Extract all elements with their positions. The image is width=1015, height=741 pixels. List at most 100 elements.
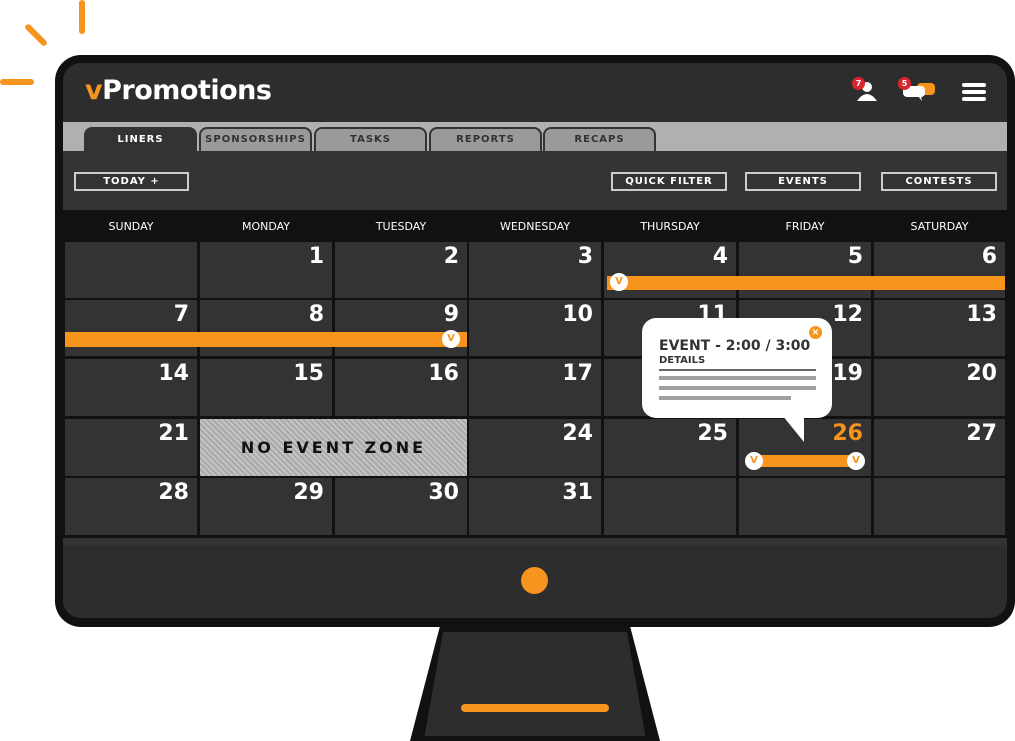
day-number: 13 bbox=[966, 302, 997, 327]
calendar-cell[interactable]: 17 bbox=[469, 359, 601, 416]
event-marker-icon[interactable]: V bbox=[745, 452, 763, 470]
day-header: TUESDAY bbox=[375, 220, 427, 233]
calendar-cell[interactable]: 9 bbox=[335, 300, 467, 356]
divider bbox=[659, 369, 816, 371]
day-number: 3 bbox=[577, 244, 593, 269]
calendar-cell[interactable]: 7 bbox=[65, 300, 197, 356]
day-number: 17 bbox=[562, 361, 593, 386]
logo[interactable]: vPromotions bbox=[85, 75, 272, 106]
day-number: 1 bbox=[308, 244, 324, 269]
day-number: 12 bbox=[832, 302, 863, 327]
tab-bar: LINERS SPONSORSHIPS TASKS REPORTS RECAPS bbox=[63, 122, 1007, 152]
today-button[interactable]: TODAY + bbox=[74, 172, 189, 191]
toolbar: TODAY + QUICK FILTER EVENTS CONTESTS bbox=[63, 151, 1007, 210]
day-number: 29 bbox=[293, 480, 324, 505]
tab-recaps[interactable]: RECAPS bbox=[543, 127, 656, 151]
calendar-cell[interactable]: 30 bbox=[335, 478, 467, 535]
close-icon[interactable]: × bbox=[809, 326, 822, 339]
day-number: 15 bbox=[293, 361, 324, 386]
tooltip-tail bbox=[778, 410, 804, 442]
tab-sponsorships[interactable]: SPONSORSHIPS bbox=[199, 127, 312, 151]
contests-button[interactable]: CONTESTS bbox=[881, 172, 997, 191]
day-number: 20 bbox=[966, 361, 997, 386]
day-number: 27 bbox=[966, 421, 997, 446]
calendar-cell[interactable]: 28 bbox=[65, 478, 197, 535]
day-number: 26 bbox=[832, 421, 863, 446]
day-header: SATURDAY bbox=[910, 220, 969, 233]
calendar-cell[interactable]: 13 bbox=[874, 300, 1005, 356]
detail-line bbox=[659, 396, 791, 400]
calendar-cell[interactable]: 2 bbox=[335, 242, 467, 298]
day-number: 24 bbox=[562, 421, 593, 446]
menu-icon[interactable] bbox=[962, 83, 986, 105]
calendar-cell[interactable] bbox=[739, 478, 871, 535]
monitor-chin bbox=[63, 545, 1007, 618]
day-number: 2 bbox=[443, 244, 459, 269]
app-header: vPromotions 7 5 bbox=[63, 63, 1007, 122]
day-header: THURSDAY bbox=[640, 220, 700, 233]
calendar-grid: SUNDAY MONDAY TUESDAY WEDNESDAY THURSDAY FRID… bbox=[63, 210, 1007, 538]
day-number: 30 bbox=[428, 480, 459, 505]
day-number: 31 bbox=[562, 480, 593, 505]
calendar-cell[interactable]: 29 bbox=[200, 478, 332, 535]
calendar-cell[interactable]: 8 bbox=[200, 300, 332, 356]
day-header: WEDNESDAY bbox=[499, 220, 571, 233]
tooltip-title: EVENT - 2:00 / 3:00 bbox=[659, 338, 811, 354]
stand-accent bbox=[461, 704, 609, 712]
tooltip-subtitle: DETAILS bbox=[659, 355, 706, 366]
tab-liners[interactable]: LINERS bbox=[84, 127, 197, 152]
calendar-cell[interactable]: 3 bbox=[469, 242, 601, 298]
calendar-cell[interactable] bbox=[874, 478, 1005, 535]
tab-reports[interactable]: REPORTS bbox=[429, 127, 542, 151]
calendar-cell[interactable] bbox=[604, 478, 736, 535]
calendar-cell[interactable]: 15 bbox=[200, 359, 332, 416]
day-number: 8 bbox=[308, 302, 324, 327]
day-header: SUNDAY bbox=[108, 220, 154, 233]
calendar-cell[interactable]: 14 bbox=[65, 359, 197, 416]
day-number: 19 bbox=[832, 361, 863, 386]
no-event-zone: NO EVENT ZONE bbox=[200, 419, 467, 476]
event-tooltip: EVENT - 2:00 / 3:00 DETAILS × bbox=[642, 318, 832, 418]
sunburst-ray bbox=[0, 79, 34, 85]
day-header: FRIDAY bbox=[785, 220, 825, 233]
calendar-cell[interactable]: 20 bbox=[874, 359, 1005, 416]
event-marker-icon[interactable]: V bbox=[847, 452, 865, 470]
calendar-cell[interactable]: 31 bbox=[469, 478, 601, 535]
user-badge: 7 bbox=[852, 77, 865, 90]
day-number: 9 bbox=[443, 302, 459, 327]
screen: vPromotions 7 5 LINERS SPONSORSHIPS TASK… bbox=[63, 63, 1007, 618]
detail-line bbox=[659, 376, 816, 380]
calendar-cell[interactable]: 25 bbox=[604, 419, 736, 476]
calendar-cell[interactable]: 24 bbox=[469, 419, 601, 476]
calendar-cell[interactable]: 1 bbox=[200, 242, 332, 298]
event-marker-icon[interactable]: V bbox=[442, 330, 460, 348]
calendar-cell[interactable]: 21 bbox=[65, 419, 197, 476]
day-number: 21 bbox=[158, 421, 189, 446]
user-icon[interactable]: 7 bbox=[852, 77, 879, 107]
chat-icon[interactable]: 5 bbox=[898, 77, 937, 107]
day-number: 4 bbox=[712, 244, 728, 269]
calendar-cell[interactable] bbox=[65, 242, 197, 298]
day-number: 5 bbox=[847, 244, 863, 269]
events-button[interactable]: EVENTS bbox=[745, 172, 861, 191]
day-number: 7 bbox=[173, 302, 189, 327]
event-marker-icon[interactable]: V bbox=[610, 273, 628, 291]
day-number: 6 bbox=[981, 244, 997, 269]
day-number: 14 bbox=[158, 361, 189, 386]
event-bar[interactable] bbox=[65, 332, 467, 347]
day-number: 25 bbox=[697, 421, 728, 446]
day-number: 28 bbox=[158, 480, 189, 505]
power-button[interactable] bbox=[521, 567, 548, 594]
chat-badge: 5 bbox=[898, 77, 911, 90]
quick-filter-button[interactable]: QUICK FILTER bbox=[611, 172, 727, 191]
tab-tasks[interactable]: TASKS bbox=[314, 127, 427, 151]
event-bar[interactable] bbox=[750, 455, 862, 467]
calendar-cell[interactable]: 16 bbox=[335, 359, 467, 416]
calendar-cell[interactable]: 10 bbox=[469, 300, 601, 356]
sunburst-ray bbox=[79, 0, 85, 34]
event-bar[interactable] bbox=[607, 276, 1005, 290]
sunburst-ray bbox=[23, 22, 49, 48]
day-header: MONDAY bbox=[241, 220, 291, 233]
calendar-cell[interactable]: 27 bbox=[874, 419, 1005, 476]
stand-face bbox=[424, 632, 646, 736]
